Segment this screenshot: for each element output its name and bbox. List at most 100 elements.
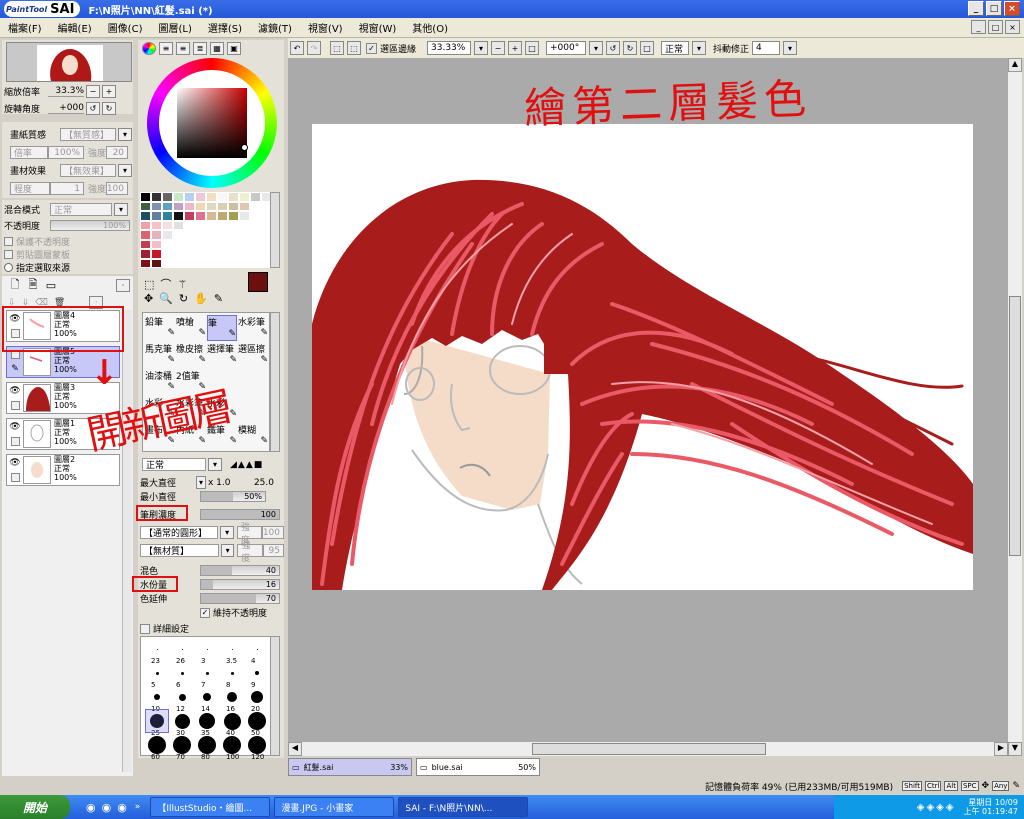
color-swatch[interactable]: [195, 192, 206, 202]
tool-item[interactable]: 模糊 ✎: [238, 423, 268, 449]
tool-item[interactable]: 筆 ✎: [207, 315, 237, 341]
color-swatch[interactable]: [173, 249, 184, 259]
color-swatch[interactable]: [206, 192, 217, 202]
doc-close-button[interactable]: ×: [1005, 20, 1020, 34]
selection-edge-checkbox[interactable]: ✓: [366, 42, 377, 54]
chevron-down-icon[interactable]: ▾: [118, 128, 132, 141]
zoom-out-button[interactable]: −: [86, 85, 100, 98]
menu-select[interactable]: 選擇(S): [200, 20, 250, 35]
color-swatch[interactable]: [162, 201, 173, 211]
color-swatch[interactable]: [162, 192, 173, 202]
color-swatch[interactable]: [162, 220, 173, 230]
brush-size-dot[interactable]: [223, 736, 241, 754]
new-folder-icon[interactable]: ▭: [44, 279, 58, 292]
color-swatch[interactable]: [206, 211, 217, 221]
tool-item[interactable]: 水彩筆 ✎: [238, 315, 268, 341]
extend-slider[interactable]: 70: [200, 593, 280, 604]
quicklaunch-more-icon[interactable]: »: [135, 802, 141, 812]
color-swatch[interactable]: [228, 258, 239, 268]
min-size-slider[interactable]: 50%: [200, 491, 266, 502]
zoom-out-icon[interactable]: −: [491, 41, 506, 55]
stabilizer-field[interactable]: 4: [752, 41, 781, 55]
brush-size-dot[interactable]: [154, 694, 160, 700]
rotate-left-button[interactable]: ↺: [86, 102, 100, 115]
menu-view[interactable]: 視窗(V): [300, 20, 351, 35]
color-swatch[interactable]: [184, 192, 195, 202]
new-layer-set-icon[interactable]: 🗎: [26, 278, 40, 292]
tool-list-scrollbar[interactable]: [270, 312, 280, 452]
magic-wand-icon[interactable]: ⚚: [177, 278, 187, 291]
color-swatch[interactable]: [206, 201, 217, 211]
color-swatch[interactable]: [217, 201, 228, 211]
menu-edit[interactable]: 編輯(E): [50, 20, 100, 35]
color-swatch[interactable]: [140, 201, 151, 211]
chevron-down-icon[interactable]: ▾: [783, 41, 798, 55]
color-swatch[interactable]: [184, 258, 195, 268]
brush-size-dot[interactable]: [231, 648, 233, 650]
color-swatch[interactable]: [184, 230, 195, 240]
color-swatch[interactable]: [140, 258, 151, 268]
color-swatch[interactable]: [151, 220, 162, 230]
doc-restore-button[interactable]: □: [988, 20, 1003, 34]
clip-checkbox[interactable]: [4, 250, 13, 259]
color-swatch[interactable]: [217, 220, 228, 230]
size-multiplier[interactable]: x 1.0: [208, 478, 244, 488]
color-swatch[interactable]: [239, 230, 250, 240]
hsv-slider-tab[interactable]: ≡: [176, 42, 190, 55]
color-swatches[interactable]: [140, 192, 274, 268]
brush-size-dot[interactable]: [255, 671, 259, 675]
color-swatch[interactable]: [239, 201, 250, 211]
color-wheel[interactable]: [147, 58, 277, 188]
color-swatch[interactable]: [206, 230, 217, 240]
angle-value[interactable]: +000: [48, 103, 84, 114]
hand-icon[interactable]: ✋: [194, 292, 208, 305]
rotate-reset-icon[interactable]: □: [640, 41, 655, 55]
color-swatch[interactable]: [140, 220, 151, 230]
brush-size-dot[interactable]: [198, 736, 216, 754]
color-swatch[interactable]: [217, 258, 228, 268]
zoom-icon[interactable]: 🔍: [159, 292, 173, 305]
rotate-cw-icon[interactable]: ↻: [623, 41, 638, 55]
color-swatch[interactable]: [239, 258, 250, 268]
color-swatch[interactable]: [162, 211, 173, 221]
max-size-value[interactable]: 25.0: [244, 478, 274, 488]
effect-select[interactable]: 【無效果】: [60, 164, 116, 177]
color-swatch[interactable]: [195, 230, 206, 240]
color-swatch[interactable]: [228, 220, 239, 230]
tab-blue[interactable]: ▭ blue.sai 50%: [416, 758, 540, 776]
color-swatch[interactable]: [206, 258, 217, 268]
color-swatch[interactable]: [228, 230, 239, 240]
color-swatch[interactable]: [195, 211, 206, 221]
brush-size-dot[interactable]: [173, 736, 191, 754]
color-swatch[interactable]: [140, 192, 151, 202]
color-swatch[interactable]: [217, 211, 228, 221]
menu-other[interactable]: 其他(O): [404, 20, 456, 35]
color-swatch[interactable]: [184, 211, 195, 221]
color-swatch[interactable]: [228, 211, 239, 221]
brush-size-dot[interactable]: [181, 648, 183, 650]
eye-icon[interactable]: 👁: [9, 386, 20, 396]
color-swatch[interactable]: [173, 220, 184, 230]
lasso-icon[interactable]: ⌒: [160, 276, 171, 292]
detail-checkbox[interactable]: [140, 623, 150, 634]
color-swatch[interactable]: [151, 211, 162, 221]
clock[interactable]: 星期日 10/09 上午 01:19:47: [964, 798, 1018, 816]
chevron-down-icon[interactable]: ▾: [118, 164, 132, 177]
brush-size-dot[interactable]: [227, 692, 237, 702]
color-swatch[interactable]: [195, 258, 206, 268]
color-swatch[interactable]: [228, 201, 239, 211]
brush-grid-scrollbar[interactable]: [270, 636, 280, 756]
color-swatch[interactable]: [217, 230, 228, 240]
brush-texture-select[interactable]: 【無材質】: [140, 544, 219, 557]
brush-size-dot[interactable]: [205, 671, 209, 675]
preserve-opacity-checkbox[interactable]: [4, 237, 13, 246]
effect-strength-value[interactable]: 100: [106, 182, 129, 195]
scroll-up-arrow[interactable]: ▲: [1008, 58, 1022, 72]
navigator-thumbnail[interactable]: [6, 42, 132, 82]
color-swatch[interactable]: [151, 249, 162, 259]
color-swatch[interactable]: [195, 201, 206, 211]
color-swatch[interactable]: [239, 192, 250, 202]
current-color-swatch[interactable]: [248, 272, 268, 292]
paper-scale-value[interactable]: 100%: [48, 146, 84, 159]
tab-red-hair[interactable]: ▭ 紅髮.sai 33%: [288, 758, 412, 776]
